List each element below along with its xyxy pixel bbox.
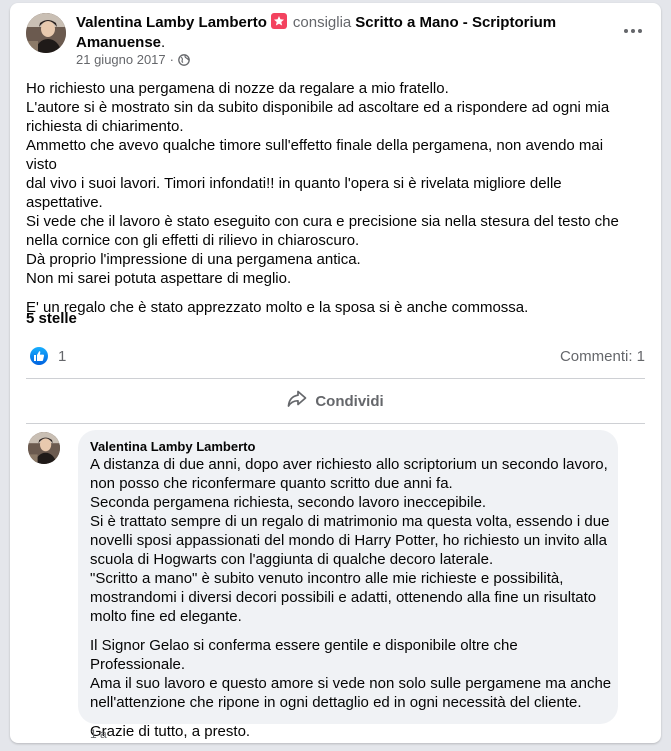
rating-text: 5 stelle — [26, 310, 77, 327]
comment-line: scuola di Hogwarts con l'aggiunta di qua… — [90, 551, 494, 568]
post-line: Non mi sarei potuta aspettare di meglio. — [26, 270, 292, 287]
post-line: E' un regalo che è stato apprezzato molt… — [26, 299, 529, 316]
post-line: Ammetto che avevo qualche timore sull'ef… — [26, 137, 604, 173]
author-name[interactable]: Valentina Lamby Lamberto — [76, 14, 267, 31]
post-line: aspettative. — [26, 194, 103, 211]
comment-bubble: Valentina Lamby Lamberto A distanza di d… — [78, 430, 618, 740]
post-line: dal vivo i suoi lavori. Timori infondati… — [26, 175, 562, 192]
recommends-verb: consiglia — [292, 14, 352, 31]
comment-line: A distanza di due anni, dopo aver richie… — [90, 456, 608, 473]
like-reaction-icon[interactable] — [30, 347, 48, 365]
more-options-button[interactable] — [621, 21, 645, 41]
post-line: nella cornice con gli effetti di rilievo… — [26, 232, 360, 249]
more-dots-icon — [624, 29, 628, 33]
comments-count[interactable]: Commenti: 1 — [560, 348, 645, 365]
comment-line: "Scritto a mano" è subito venuto incontr… — [90, 570, 564, 587]
comment-text: A distanza di due anni, dopo aver richie… — [90, 455, 612, 741]
comment-line: novelli sposi appassionati del mondo di … — [90, 532, 607, 549]
post-line: L'autore si è mostrato sin da subito dis… — [26, 99, 610, 116]
commenter-name[interactable]: Valentina Lamby Lamberto — [90, 439, 255, 454]
comment-timestamp[interactable]: 1 a — [90, 727, 107, 741]
post-meta: 21 giugno 2017 · — [76, 52, 190, 70]
recommendation-icon — [270, 13, 287, 29]
share-button[interactable]: Condividi — [26, 383, 645, 419]
post-date[interactable]: 21 giugno 2017 — [76, 52, 166, 67]
comment-line: non posso che riconfermare quanto scritt… — [90, 475, 453, 492]
commenter-avatar[interactable] — [28, 432, 60, 464]
comment-line: mostrandomi i diversi decori possibili e… — [90, 589, 597, 606]
post-line: richiesta di chiarimento. — [26, 118, 184, 135]
share-icon — [287, 390, 315, 412]
post-header: Valentina Lamby Lamberto consiglia Scritto… — [76, 13, 596, 53]
page-name-suffix: . — [161, 34, 166, 51]
comment-line: Ama il suo lavoro e questo amore si vede… — [90, 675, 612, 692]
divider — [26, 423, 645, 424]
comment-line: Grazie di tutto, a presto. — [90, 723, 251, 740]
post-line: Ho richiesto una pergamena di nozze da r… — [26, 80, 449, 97]
comment-line: Si è trattato sempre di un regalo di mat… — [90, 513, 610, 530]
post-body: Ho richiesto una pergamena di nozze da r… — [26, 79, 636, 317]
globe-icon — [178, 54, 190, 70]
meta-separator: · — [169, 52, 174, 67]
post-line: Si vede che il lavoro è stato eseguito c… — [26, 213, 619, 230]
divider — [26, 378, 645, 379]
comment-line: nell'attenzione che ripone in ogni detta… — [90, 694, 582, 711]
author-avatar[interactable] — [26, 13, 66, 53]
like-count[interactable]: 1 — [58, 348, 66, 365]
review-post-card: Valentina Lamby Lamberto consiglia Scritto… — [10, 3, 661, 743]
share-label: Condividi — [315, 392, 384, 410]
comment-line: molto fine ed elegante. — [90, 608, 242, 625]
comment-line: Seconda pergamena richiesta, secondo lav… — [90, 494, 487, 511]
post-line: Dà proprio l'impressione di una pergamen… — [26, 251, 361, 268]
post-stats: 1 Commenti: 1 — [26, 346, 645, 368]
comment-line: Il Signor Gelao si conferma essere genti… — [90, 637, 518, 673]
